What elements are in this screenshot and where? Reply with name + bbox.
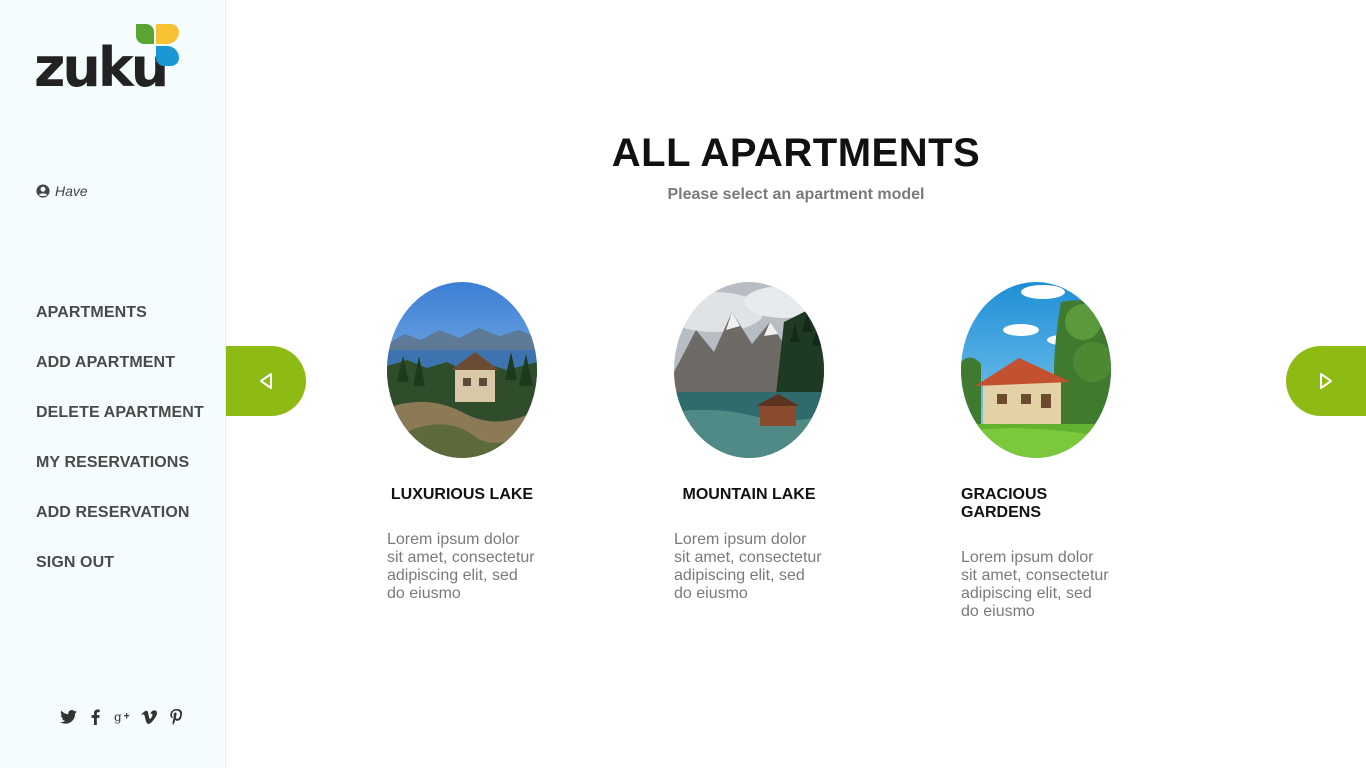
twitter-icon[interactable] (59, 708, 77, 726)
nav-sign-out[interactable]: SIGN OUT (36, 554, 114, 572)
card-title: LUXURIOUS LAKE (390, 486, 534, 503)
prev-button[interactable] (226, 346, 306, 416)
page-subtitle: Please select an apartment model (667, 186, 925, 203)
apartment-card[interactable]: LUXURIOUS LAKE Lorem ipsum dolor sit ame… (387, 282, 537, 603)
vimeo-icon[interactable] (140, 708, 158, 726)
user-icon (36, 184, 50, 198)
user-info: Have (36, 183, 88, 199)
nav-add-apartment[interactable]: ADD APARTMENT (36, 354, 175, 372)
nav-delete-apartment[interactable]: DELETE APARTMENT (36, 404, 204, 422)
svg-text:g: g (114, 710, 122, 724)
social-links: g (59, 708, 185, 726)
next-button[interactable] (1286, 346, 1366, 416)
card-description: Lorem ipsum dolor sit amet, consectetur … (387, 531, 535, 602)
google-plus-icon[interactable]: g (113, 708, 131, 726)
card-title: GRACIOUS GARDENS (961, 486, 1048, 521)
nav-my-reservations[interactable]: MY RESERVATIONS (36, 454, 189, 472)
apartment-card[interactable]: GRACIOUS GARDENS Lorem ipsum dolor sit a… (961, 282, 1111, 621)
sidebar-nav: APARTMENTS ADD APARTMENT DELETE APARTMEN… (36, 304, 204, 604)
chevron-left-icon (260, 373, 272, 389)
card-description: Lorem ipsum dolor sit amet, consectetur … (961, 549, 1109, 620)
apartment-photo-luxurious-lake[interactable] (387, 282, 537, 458)
facebook-icon[interactable] (86, 708, 104, 726)
card-title: MOUNTAIN LAKE (682, 486, 816, 503)
zuku-logo[interactable]: zuku (34, 22, 184, 92)
sidebar: zuku Have APARTMENTS ADD APARTMENT DELET… (0, 0, 226, 768)
logo-text: zuku (34, 36, 166, 92)
apartment-card[interactable]: MOUNTAIN LAKE Lorem ipsum dolor sit amet… (674, 282, 824, 603)
user-name: Have (55, 183, 88, 199)
nav-apartments[interactable]: APARTMENTS (36, 304, 147, 322)
chevron-right-icon (1320, 373, 1332, 389)
page-title: ALL APARTMENTS (611, 131, 981, 175)
card-description: Lorem ipsum dolor sit amet, consectetur … (674, 531, 822, 602)
pinterest-icon[interactable] (167, 708, 185, 726)
apartment-photo-gracious-gardens[interactable] (961, 282, 1111, 458)
nav-add-reservation[interactable]: ADD RESERVATION (36, 504, 190, 522)
apartment-photo-mountain-lake[interactable] (674, 282, 824, 458)
